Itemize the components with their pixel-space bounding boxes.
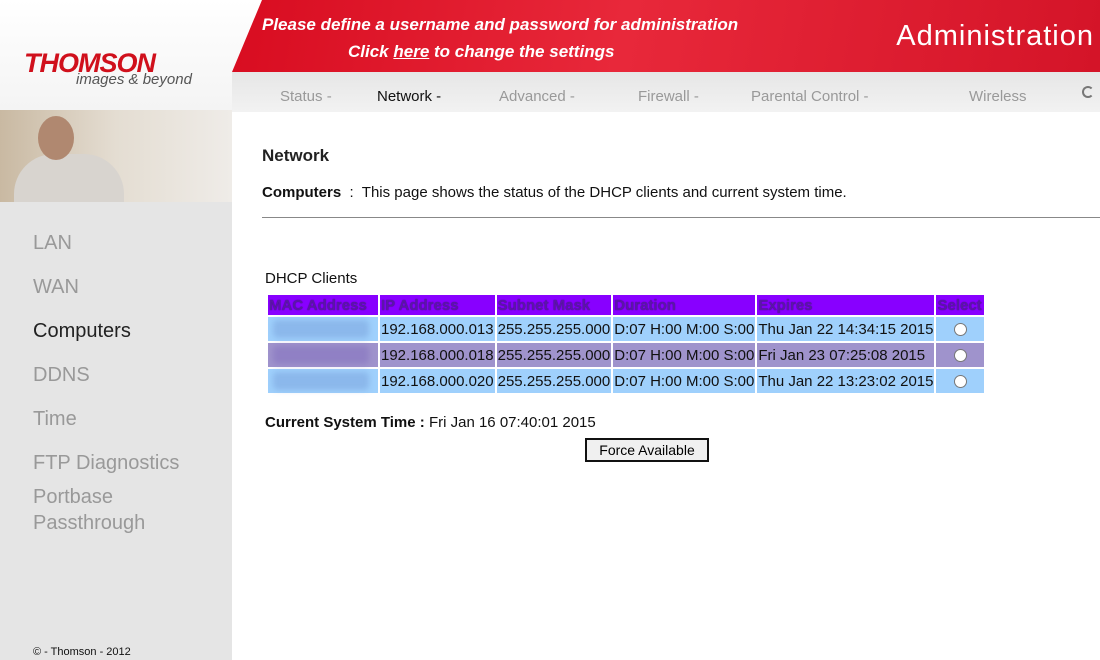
- logo-tagline: images & beyond: [76, 71, 192, 88]
- mask-cell: 255.255.255.000: [496, 343, 612, 367]
- here-link[interactable]: here: [393, 42, 429, 61]
- sidebar-item-passthrough[interactable]: Passthrough: [33, 512, 145, 535]
- force-available-button[interactable]: Force Available: [585, 438, 709, 462]
- sidebar-item-portbase[interactable]: Portbase: [33, 486, 113, 509]
- ip-cell: 192.168.000.013: [380, 317, 495, 341]
- dhcp-clients-table: MAC Address IP Address Subnet Mask Durat…: [266, 293, 986, 395]
- col-select: Select: [936, 295, 985, 315]
- loading-spinner-icon: [1082, 86, 1094, 98]
- text: Click: [348, 42, 394, 61]
- mask-cell: 255.255.255.000: [496, 317, 612, 341]
- ip-cell: 192.168.000.020: [380, 369, 495, 393]
- col-ip: IP Address: [380, 295, 495, 315]
- col-subnet: Subnet Mask: [496, 295, 612, 315]
- table-row: 192.168.000.020 255.255.255.000 D:07 H:0…: [268, 369, 985, 393]
- page-description: Computers : This page shows the status o…: [262, 184, 847, 201]
- table-header: MAC Address IP Address Subnet Mask Durat…: [268, 295, 985, 315]
- text: to change the settings: [429, 42, 615, 61]
- header-photo: [0, 110, 232, 202]
- time-value: Fri Jan 16 07:40:01 2015: [428, 414, 596, 431]
- table-row: 192.168.000.018 255.255.255.000 D:07 H:0…: [268, 343, 985, 367]
- col-expires: Expires: [757, 295, 935, 315]
- ip-cell: 192.168.000.018: [380, 343, 495, 367]
- top-nav: Status - Network - Advanced - Firewall -…: [232, 72, 1100, 112]
- select-radio[interactable]: [953, 375, 967, 389]
- col-duration: Duration: [613, 295, 756, 315]
- nav-network[interactable]: Network -: [377, 88, 441, 105]
- divider: [262, 217, 1100, 218]
- time-label: Current System Time :: [265, 414, 425, 431]
- banner-message: Please define a username and password fo…: [262, 15, 739, 34]
- desc-label: Computers: [262, 184, 342, 201]
- nav-firewall[interactable]: Firewall -: [638, 88, 699, 105]
- banner-link-line: Click here to change the settings: [348, 42, 614, 62]
- duration-cell: D:07 H:00 M:00 S:00: [613, 317, 756, 341]
- header-banner: Please define a username and password fo…: [232, 0, 1100, 72]
- table-row: 192.168.000.013 255.255.255.000 D:07 H:0…: [268, 317, 985, 341]
- sidebar: LAN WAN Computers DDNS Time FTP Diagnost…: [0, 202, 232, 660]
- select-cell: [936, 317, 985, 341]
- select-radio[interactable]: [953, 349, 967, 363]
- expires-cell: Thu Jan 22 14:34:15 2015: [757, 317, 935, 341]
- nav-parental-control[interactable]: Parental Control -: [751, 88, 869, 105]
- expires-cell: Fri Jan 23 07:25:08 2015: [757, 343, 935, 367]
- thomson-logo: THOMSON images & beyond: [0, 0, 262, 110]
- mac-cell-redacted: [268, 369, 378, 393]
- sidebar-item-time[interactable]: Time: [33, 408, 77, 431]
- sidebar-item-ddns[interactable]: DDNS: [33, 364, 90, 387]
- select-cell: [936, 343, 985, 367]
- sidebar-item-ftp-diagnostics[interactable]: FTP Diagnostics: [33, 452, 179, 475]
- duration-cell: D:07 H:00 M:00 S:00: [613, 343, 756, 367]
- sidebar-item-wan[interactable]: WAN: [33, 276, 79, 299]
- nav-status[interactable]: Status -: [280, 88, 332, 105]
- page-title-administration: Administration: [896, 20, 1094, 52]
- copyright: © - Thomson - 2012: [33, 646, 131, 658]
- separator: :: [349, 184, 354, 201]
- sidebar-item-computers[interactable]: Computers: [33, 320, 131, 343]
- nav-advanced[interactable]: Advanced -: [499, 88, 575, 105]
- dhcp-caption: DHCP Clients: [265, 270, 358, 287]
- current-system-time: Current System Time : Fri Jan 16 07:40:0…: [265, 414, 596, 431]
- mac-cell-redacted: [268, 343, 378, 367]
- sidebar-item-lan[interactable]: LAN: [33, 232, 72, 255]
- nav-wireless[interactable]: Wireless: [969, 88, 1027, 105]
- mask-cell: 255.255.255.000: [496, 369, 612, 393]
- section-title: Network: [262, 146, 330, 165]
- col-mac: MAC Address: [268, 295, 378, 315]
- expires-cell: Thu Jan 22 13:23:02 2015: [757, 369, 935, 393]
- duration-cell: D:07 H:00 M:00 S:00: [613, 369, 756, 393]
- mac-cell-redacted: [268, 317, 378, 341]
- select-radio[interactable]: [953, 323, 967, 337]
- desc-text: This page shows the status of the DHCP c…: [361, 184, 847, 201]
- select-cell: [936, 369, 985, 393]
